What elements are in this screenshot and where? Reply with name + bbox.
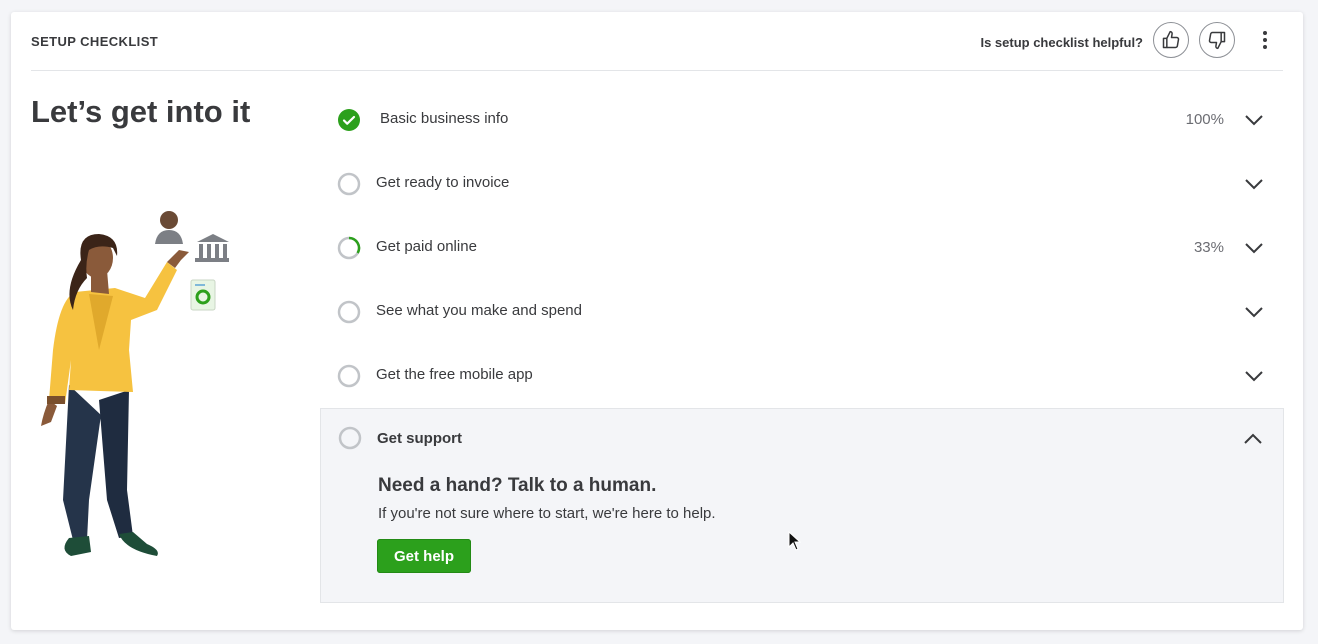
thumbs-up-icon <box>1162 30 1180 49</box>
support-item-label[interactable]: Get support <box>377 430 462 447</box>
chevron-down-icon[interactable] <box>1244 240 1264 256</box>
mouse-pointer-icon <box>788 531 802 551</box>
support-panel: Get support Need a hand? Talk to a human… <box>320 408 1284 603</box>
more-vertical-icon <box>1263 45 1267 49</box>
checklist-item[interactable]: Get paid online 33% <box>320 216 1284 280</box>
checklist-header: SETUP CHECKLIST Is setup checklist helpf… <box>31 12 1283 71</box>
more-options-button[interactable] <box>1253 26 1277 54</box>
helpful-question: Is setup checklist helpful? <box>980 35 1143 50</box>
chevron-down-icon[interactable] <box>1244 304 1264 320</box>
empty-circle-icon <box>337 300 361 324</box>
checklist: Basic business info 100% Get ready to in… <box>320 88 1284 408</box>
support-subtext: If you're not sure where to start, we're… <box>378 505 716 522</box>
empty-circle-icon <box>337 172 361 196</box>
chevron-down-icon[interactable] <box>1244 176 1264 192</box>
checklist-item[interactable]: Get ready to invoice <box>320 152 1284 216</box>
checklist-item-progress: 33% <box>1193 239 1224 256</box>
hero-title: Let’s get into it <box>31 94 251 129</box>
section-title: SETUP CHECKLIST <box>31 34 159 49</box>
checklist-item-progress: 100% <box>1185 111 1224 128</box>
empty-circle-icon <box>338 426 362 450</box>
thumbs-down-button[interactable] <box>1199 22 1235 58</box>
get-help-button[interactable]: Get help <box>377 539 472 573</box>
checklist-item[interactable]: Get the free mobile app <box>320 344 1284 408</box>
chevron-up-icon[interactable] <box>1243 431 1263 447</box>
support-heading: Need a hand? Talk to a human. <box>378 475 657 496</box>
setup-checklist-card: SETUP CHECKLIST Is setup checklist helpf… <box>11 12 1303 630</box>
checklist-item-label: See what you make and spend <box>376 302 582 319</box>
progress-ring-icon <box>337 236 361 260</box>
check-circle-icon <box>338 109 360 131</box>
chevron-down-icon[interactable] <box>1244 368 1264 384</box>
checklist-item-label: Get ready to invoice <box>376 174 510 191</box>
thumbs-up-button[interactable] <box>1153 22 1189 58</box>
chevron-down-icon[interactable] <box>1244 112 1264 128</box>
checklist-item-label: Get paid online <box>376 238 477 255</box>
checklist-item[interactable]: See what you make and spend <box>320 280 1284 344</box>
woman-pointing-illustration <box>41 211 229 556</box>
checklist-item[interactable]: Basic business info 100% <box>320 88 1284 152</box>
thumbs-down-icon <box>1208 31 1226 50</box>
checklist-item-label: Get the free mobile app <box>376 366 533 383</box>
checklist-item-label: Basic business info <box>380 110 509 127</box>
empty-circle-icon <box>337 364 361 388</box>
more-vertical-icon <box>1263 38 1267 42</box>
more-vertical-icon <box>1263 31 1267 35</box>
